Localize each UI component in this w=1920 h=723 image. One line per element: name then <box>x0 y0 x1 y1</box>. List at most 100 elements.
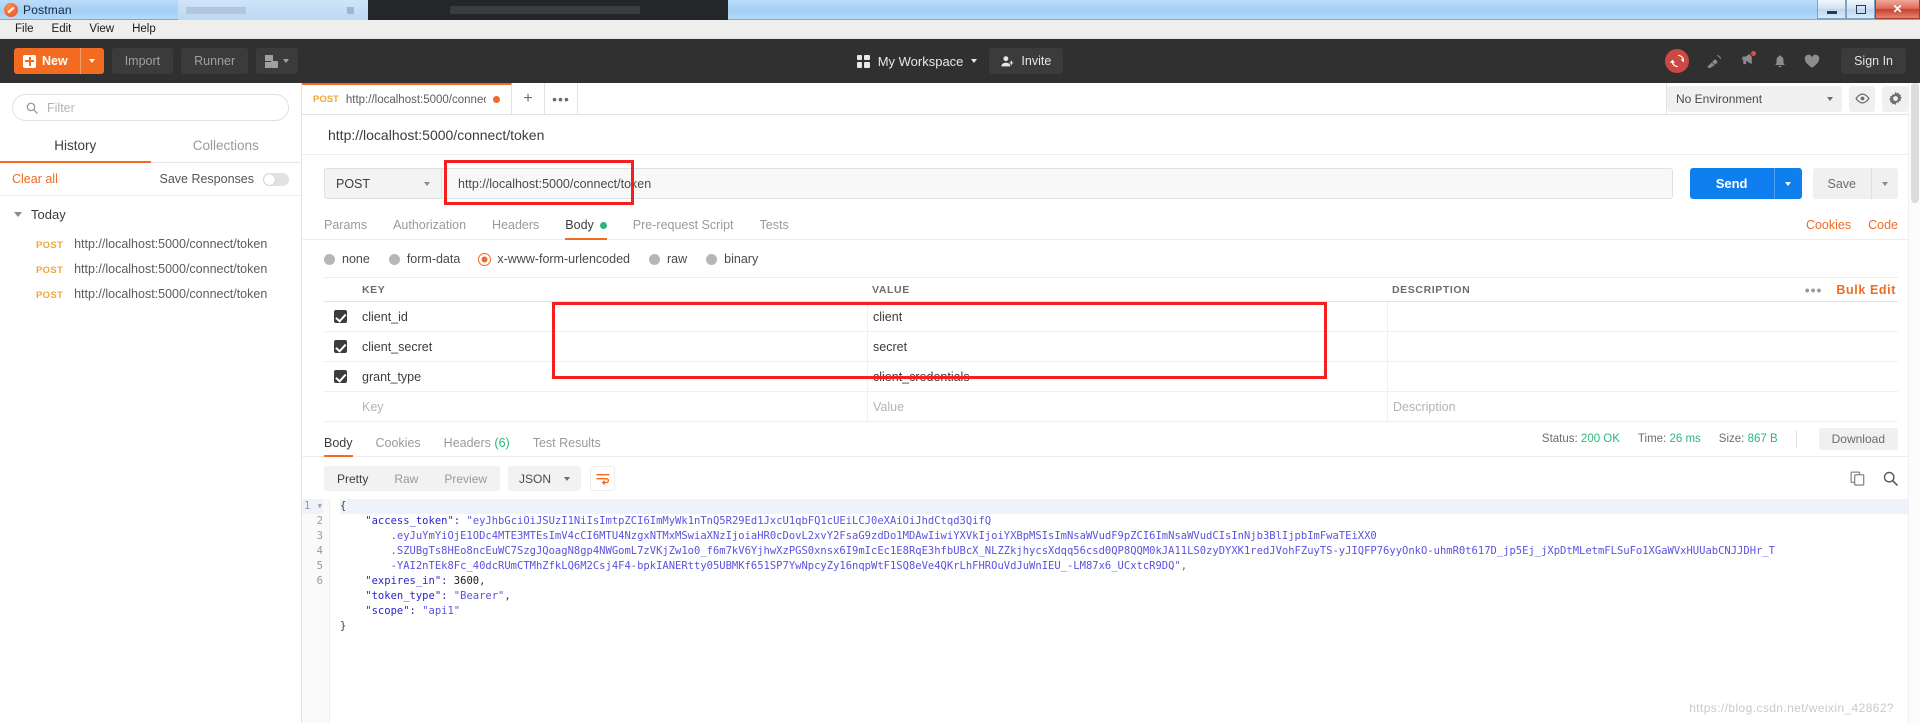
row-description[interactable] <box>1387 302 1898 331</box>
row-description[interactable] <box>1387 362 1898 391</box>
body-type-urlencoded[interactable]: x-www-form-urlencoded <box>479 252 630 266</box>
body-type-binary[interactable]: binary <box>706 252 758 266</box>
workspace-selector[interactable]: My Workspace <box>856 54 978 69</box>
new-button[interactable]: New <box>14 48 104 74</box>
clear-all-button[interactable]: Clear all <box>12 172 58 186</box>
menu-item-edit[interactable]: Edit <box>43 23 81 35</box>
row-checkbox[interactable] <box>324 310 357 323</box>
table-options-button[interactable]: ••• <box>1805 282 1823 298</box>
search-response-icon[interactable] <box>1883 471 1898 486</box>
body-present-indicator-icon <box>599 221 607 229</box>
row-value[interactable]: secret <box>867 332 1387 361</box>
tab-params[interactable]: Params <box>324 218 367 239</box>
download-button[interactable]: Download <box>1818 428 1898 450</box>
row-checkbox[interactable] <box>324 370 357 383</box>
save-dropdown-caret[interactable] <box>1871 168 1898 199</box>
menu-item-help[interactable]: Help <box>123 23 165 35</box>
code-content[interactable]: { "access_token": "eyJhbGciOiJSUzI1NiIsI… <box>330 499 1920 723</box>
send-button[interactable]: Send <box>1689 168 1802 199</box>
new-dropdown-caret[interactable] <box>79 48 104 74</box>
body-type-none[interactable]: none <box>324 252 370 266</box>
vertical-scrollbar[interactable] <box>1908 83 1920 723</box>
sidebar-actions: Clear all Save Responses <box>0 163 301 196</box>
body-type-form-data[interactable]: form-data <box>388 252 460 266</box>
minimize-button[interactable] <box>1817 0 1846 19</box>
menu-item-view[interactable]: View <box>80 23 123 35</box>
row-checkbox[interactable] <box>324 340 357 353</box>
row-value[interactable]: client_credentials <box>867 362 1387 391</box>
runner-button[interactable]: Runner <box>181 48 249 74</box>
table-row-empty[interactable]: Key Value Description <box>324 392 1898 422</box>
table-row[interactable]: client_id client <box>324 302 1898 332</box>
maximize-button[interactable] <box>1846 0 1875 19</box>
import-button[interactable]: Import <box>111 48 174 74</box>
sign-in-button[interactable]: Sign In <box>1841 48 1906 74</box>
new-window-button[interactable] <box>256 48 299 74</box>
response-tab-headers[interactable]: Headers (6) <box>444 436 510 456</box>
row-description[interactable] <box>1387 332 1898 361</box>
cookies-link[interactable]: Cookies <box>1806 218 1851 232</box>
view-mode-pretty[interactable]: Pretty <box>324 466 381 491</box>
view-mode-preview[interactable]: Preview <box>431 466 500 491</box>
bell-icon[interactable] <box>1773 54 1787 69</box>
app-window: Postman ✕ File Edit View Help New Import… <box>0 0 1920 723</box>
tab-options-button[interactable]: ••• <box>545 83 578 114</box>
list-item[interactable]: POST http://localhost:5000/connect/token <box>0 281 301 306</box>
save-button-label: Save <box>1827 176 1857 191</box>
satellite-icon[interactable] <box>1706 54 1723 69</box>
table-row[interactable]: grant_type client_credentials <box>324 362 1898 392</box>
row-value[interactable]: client <box>867 302 1387 331</box>
invite-button[interactable]: Invite <box>989 48 1064 74</box>
sidebar-tabs: History Collections <box>0 130 301 163</box>
save-request-button[interactable]: Save <box>1812 168 1898 199</box>
size-value: 867 B <box>1747 433 1778 445</box>
tab-headers[interactable]: Headers <box>492 218 539 239</box>
heart-icon[interactable] <box>1804 54 1820 69</box>
response-body-code[interactable]: 1 ▾ 2 3 4 5 6 { "access_token": "eyJhbGciOiJS… <box>302 499 1920 723</box>
sidebar-tab-history[interactable]: History <box>0 130 151 163</box>
code-line-number: 4 <box>316 545 323 557</box>
url-input[interactable]: http://localhost:5000/connect/token <box>441 168 1673 199</box>
wrap-text-icon <box>595 473 610 485</box>
code-link[interactable]: Code <box>1868 218 1898 232</box>
new-key-input[interactable]: Key <box>357 400 867 414</box>
environment-quick-look-button[interactable] <box>1849 85 1875 112</box>
tab-body[interactable]: Body <box>565 218 607 240</box>
settings-button[interactable] <box>1882 85 1908 112</box>
filter-input[interactable]: Filter <box>12 94 289 121</box>
request-tab[interactable]: POST http://localhost:5000/connect/t <box>302 83 512 114</box>
response-tab-cookies[interactable]: Cookies <box>376 436 421 456</box>
table-row[interactable]: client_secret secret <box>324 332 1898 362</box>
close-button[interactable]: ✕ <box>1875 0 1920 19</box>
row-key[interactable]: client_secret <box>357 340 867 354</box>
list-item[interactable]: POST http://localhost:5000/connect/token <box>0 231 301 256</box>
method-selector[interactable]: POST <box>324 168 441 199</box>
new-value-input[interactable]: Value <box>867 392 1387 421</box>
menu-item-file[interactable]: File <box>6 23 43 35</box>
alerts-icon-wrap[interactable] <box>1740 50 1758 71</box>
tab-authorization[interactable]: Authorization <box>393 218 466 239</box>
response-tab-test-results[interactable]: Test Results <box>533 436 601 456</box>
send-dropdown-caret[interactable] <box>1773 168 1802 199</box>
response-tab-body[interactable]: Body <box>324 436 353 457</box>
new-description-input[interactable]: Description <box>1387 392 1898 421</box>
toggle-switch[interactable] <box>263 172 289 186</box>
row-key[interactable]: client_id <box>357 310 867 324</box>
body-type-raw[interactable]: raw <box>649 252 687 266</box>
sync-status-icon[interactable] <box>1665 49 1690 73</box>
bulk-edit-button[interactable]: Bulk Edit <box>1836 283 1896 297</box>
format-selector[interactable]: JSON <box>508 466 582 491</box>
view-mode-raw[interactable]: Raw <box>381 466 431 491</box>
history-group-today[interactable]: Today <box>0 196 301 231</box>
scrollbar-thumb[interactable] <box>1911 83 1919 203</box>
row-key[interactable]: grant_type <box>357 370 867 384</box>
environment-selector[interactable]: No Environment <box>1667 85 1842 112</box>
new-tab-button[interactable]: + <box>512 83 545 114</box>
list-item[interactable]: POST http://localhost:5000/connect/token <box>0 256 301 281</box>
tab-tests[interactable]: Tests <box>760 218 789 239</box>
tab-pre-request-script[interactable]: Pre-request Script <box>633 218 734 239</box>
word-wrap-button[interactable] <box>590 466 616 491</box>
sidebar-tab-collections[interactable]: Collections <box>151 130 302 162</box>
save-responses-toggle[interactable]: Save Responses <box>159 172 289 186</box>
copy-icon[interactable] <box>1850 471 1865 486</box>
